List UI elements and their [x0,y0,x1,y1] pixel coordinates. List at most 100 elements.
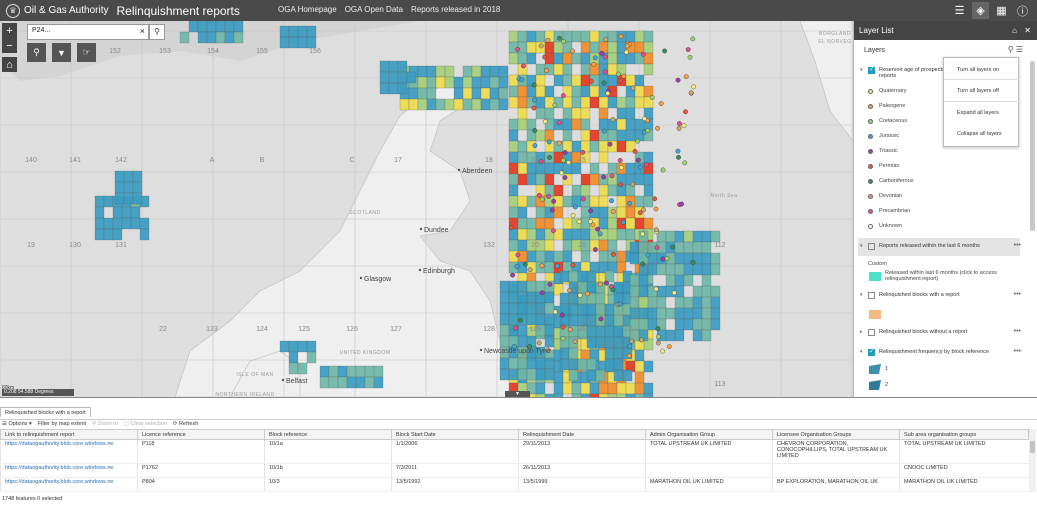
column-header[interactable]: Licence reference [137,429,265,440]
licence-block [692,230,703,243]
table-cell: 10/3 [264,477,392,492]
search-icon[interactable]: ⚲ [149,24,165,40]
quadrant-label: 142 [115,157,127,164]
search-value: P24... [32,27,51,34]
table-row[interactable]: https://dataogauthority.blob.core.window… [0,463,1029,478]
refresh-button[interactable]: ⟳ Refresh [173,421,198,427]
scroll-thumb[interactable] [1030,441,1035,453]
zoom-to-button[interactable]: ⚲ Zoom to [92,421,118,427]
layer-checkbox[interactable] [868,329,875,336]
home-button[interactable]: ⌂ [2,57,17,72]
licence-block [622,369,633,382]
table-scrollbar[interactable] [1029,429,1036,492]
layer-blocks-without-report[interactable]: ▸ Relinquished blocks without a report [860,329,1020,336]
prospect-point [618,182,624,188]
link-oga-open-data[interactable]: OGA Open Data [345,5,403,14]
menu-icon[interactable]: ☰ [1016,45,1023,54]
expand-arrow-icon[interactable]: ▾ [860,349,868,355]
layer-frequency[interactable]: ▾ ✓ Relinquishment frequency by block re… [860,349,1020,356]
map-canvas[interactable]: 152 153 154 155 156 140 141 142 A B C 17 18 19 130 131 1… [0,21,853,397]
licence-block [634,85,645,98]
menu-collapse-all[interactable]: Collapse all layers [957,131,1002,137]
link-oga-homepage[interactable]: OGA Homepage [278,5,337,14]
more-options-icon[interactable]: ••• [1014,328,1021,335]
report-link[interactable]: https://dataogauthority.blob.core.window… [0,439,138,464]
menu-turn-all-off[interactable]: Turn all layers off [957,88,999,94]
licence-block [544,261,555,274]
panel-scrollbar[interactable] [1030,61,1035,231]
column-header[interactable]: Block Start Date [391,429,519,440]
layer-checkbox[interactable] [868,243,875,250]
minimize-icon[interactable]: ⌂ [1012,21,1017,40]
layer-blocks-with-report[interactable]: ▾ Relinquished blocks with a report [860,292,1020,299]
info-icon[interactable]: ⓘ [1014,2,1031,19]
quadrant-label: 31 [531,157,539,164]
licence-block [480,87,491,100]
layers-icon[interactable]: ◈ [972,2,989,19]
layer-checkbox[interactable]: ✓ [868,349,875,356]
expand-arrow-icon[interactable]: ▾ [860,243,868,249]
prospect-point [605,90,611,96]
brand: ♛ Oil & Gas Authority Relinquishment rep… [6,2,240,19]
close-icon[interactable]: ✕ [1024,21,1031,40]
licence-block [297,362,308,375]
filter-map-extent-button[interactable]: Filter by map extent [38,421,86,427]
more-options-icon[interactable]: ••• [1014,242,1021,249]
licence-block [508,195,519,208]
licence-block [499,280,510,293]
licence-block [130,217,141,230]
layer-recent-reports[interactable]: ▾ Reports released within the last 6 mon… [860,243,1020,250]
map-view[interactable]: 152 153 154 155 156 140 141 142 A B C 17 18 19 130 131 1… [0,21,853,397]
list-icon[interactable]: ☰ [951,2,968,19]
column-header[interactable]: Admin Organisation Group [645,429,773,440]
menu-turn-all-on[interactable]: Turn all layers on [957,67,999,73]
prospect-point [691,84,697,90]
select-tool-button[interactable]: ☞ [77,43,96,62]
licence-block [638,274,649,287]
search-input[interactable]: P24... × [27,24,149,40]
expand-arrow-icon[interactable]: ▾ [860,292,868,298]
filter-icon[interactable]: ▼ [52,43,71,62]
prospect-point [623,49,629,55]
column-header[interactable]: Relinquishment Date [518,429,646,440]
grid-icon[interactable]: ▦ [993,2,1010,19]
licence-block [589,30,600,43]
column-header[interactable]: Sub area organisation groups [899,429,1029,440]
more-options-icon[interactable]: ••• [1014,291,1021,298]
prospect-point [547,281,553,287]
released-label: Released within last 6 months (click to … [885,270,997,282]
tab-blocks-with-report[interactable]: Relinquished blocks with a report [0,407,91,417]
expand-arrow-icon[interactable]: ▾ [860,67,868,73]
legend-dot-icon [868,193,873,199]
expand-arrow-icon[interactable]: ▸ [860,329,868,335]
licence-block [634,371,645,384]
licence-block [647,263,658,276]
options-button[interactable]: ☰ Options ▾ [2,421,32,427]
table-cell: 10/1b [264,463,392,478]
licence-block [517,162,528,175]
report-link[interactable]: https://dataogauthority.blob.core.window… [0,477,138,492]
prospect-point [655,340,661,346]
zoom-in-button[interactable]: + [2,23,17,38]
licence-block [577,281,588,294]
search-layers-icon[interactable]: ⚲ [1008,45,1014,54]
query-tool-button[interactable]: ⚲ [27,43,46,62]
table-row[interactable]: https://dataogauthority.blob.core.window… [0,439,1029,464]
layer-checkbox[interactable]: ✓ [868,67,875,74]
layer-checkbox[interactable] [868,292,875,299]
link-reports-2018[interactable]: Reports released in 2018 [411,5,500,14]
column-header[interactable]: Link to relinquishment report [0,429,138,440]
report-link[interactable]: https://dataogauthority.blob.core.window… [0,463,138,478]
column-header[interactable]: Licensee Organisation Groups [772,429,900,440]
clear-selection-button[interactable]: ▢ Clear selection [124,421,167,427]
licence-block [535,217,546,230]
more-options-icon[interactable]: ••• [1014,348,1021,355]
licence-block [544,85,555,98]
table-row[interactable]: https://dataogauthority.blob.core.window… [0,477,1029,492]
prospect-point [681,123,687,129]
licence-block [625,206,636,219]
column-header[interactable]: Block reference [264,429,392,440]
menu-expand-all[interactable]: Expand all layers [957,110,999,116]
clear-search-icon[interactable]: × [140,26,145,36]
zoom-out-button[interactable]: − [2,38,17,53]
